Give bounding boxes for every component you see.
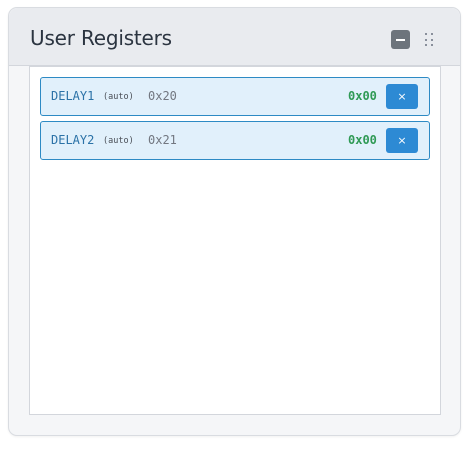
register-name: DELAY2 — [51, 133, 95, 147]
remove-register-button[interactable]: × — [386, 84, 418, 109]
register-value: 0x00 — [348, 133, 377, 147]
collapse-button[interactable] — [391, 30, 410, 49]
remove-register-button[interactable]: × — [386, 128, 418, 153]
register-name: DELAY1 — [51, 89, 95, 103]
drag-handle-icon[interactable] — [424, 33, 436, 47]
user-registers-panel: User Registers DELAY1 (auto) 0x20 0x00 ×… — [8, 7, 461, 436]
panel-header: User Registers — [9, 8, 460, 66]
register-value: 0x00 — [348, 89, 377, 103]
register-mode: (auto) — [103, 136, 134, 146]
register-mode: (auto) — [103, 92, 134, 102]
register-address: 0x20 — [148, 89, 177, 103]
register-row-delay2[interactable]: DELAY2 (auto) 0x21 0x00 × — [40, 121, 430, 160]
panel-title: User Registers — [30, 26, 172, 50]
register-list: DELAY1 (auto) 0x20 0x00 × DELAY2 (auto) … — [29, 66, 441, 415]
register-row-delay1[interactable]: DELAY1 (auto) 0x20 0x00 × — [40, 77, 430, 116]
register-address: 0x21 — [148, 133, 177, 147]
